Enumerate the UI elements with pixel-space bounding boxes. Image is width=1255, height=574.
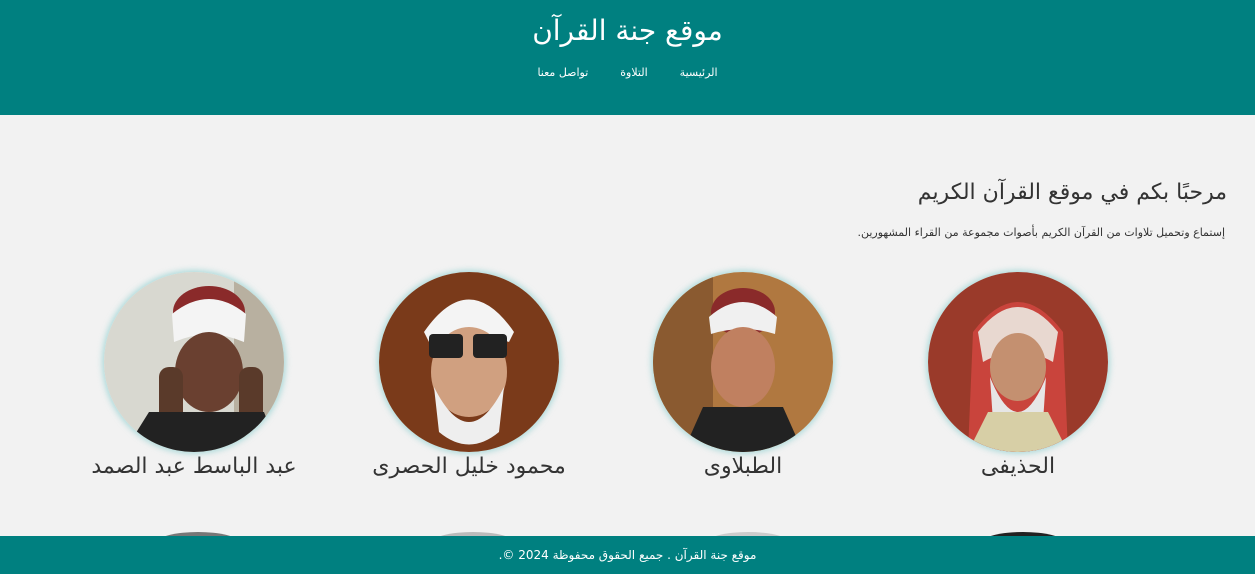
site-title: موقع جنة القرآن bbox=[532, 14, 723, 47]
reciter-photo[interactable] bbox=[104, 272, 284, 452]
site-footer: موقع جنة القرآن . جميع الحقوق محفوظة 202… bbox=[0, 536, 1255, 574]
reciter-card-abdulbasit[interactable]: عبد الباسط عبد الصمد bbox=[64, 272, 324, 479]
reciter-photo[interactable] bbox=[379, 272, 559, 452]
reciter-name: الطبلاوى bbox=[703, 454, 783, 479]
nav-recitation[interactable]: التلاوة bbox=[620, 66, 647, 79]
reciter-card-hudhaifi[interactable]: الحذيفى bbox=[888, 272, 1148, 479]
reciter-card-tablawi[interactable]: الطبلاوى bbox=[613, 272, 873, 479]
welcome-text: إستماع وتحميل تلاوات من القرآن الكريم بأ… bbox=[857, 226, 1226, 239]
reciter-name: محمود خليل الحصرى bbox=[372, 454, 566, 479]
reciter-name: الحذيفى bbox=[980, 454, 1056, 479]
reciter-tablawi-image-icon bbox=[653, 272, 833, 452]
site-header: موقع جنة القرآن الرئيسية التلاوة تواصل م… bbox=[0, 0, 1255, 115]
reciter-photo[interactable] bbox=[653, 272, 833, 452]
reciter-name: عبد الباسط عبد الصمد bbox=[91, 454, 297, 479]
nav-contact[interactable]: تواصل معنا bbox=[537, 66, 588, 79]
reciter-abdulbasit-image-icon bbox=[104, 272, 284, 452]
reciter-husary-image-icon bbox=[379, 272, 559, 452]
reciter-hudhaifi-image-icon bbox=[928, 272, 1108, 452]
main-nav: الرئيسية التلاوة تواصل معنا bbox=[0, 66, 1255, 79]
welcome-title: مرحبًا بكم في موقع القرآن الكريم bbox=[917, 180, 1227, 205]
reciter-photo[interactable] bbox=[928, 272, 1108, 452]
nav-home[interactable]: الرئيسية bbox=[680, 66, 718, 79]
footer-text: موقع جنة القرآن . جميع الحقوق محفوظة 202… bbox=[498, 548, 757, 562]
reciter-card-husary[interactable]: محمود خليل الحصرى bbox=[339, 272, 599, 479]
